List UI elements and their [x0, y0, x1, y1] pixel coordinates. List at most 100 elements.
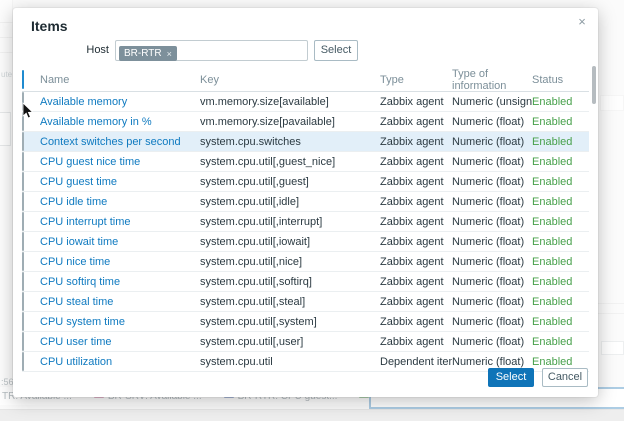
- item-name-link[interactable]: CPU iowait time: [40, 236, 200, 248]
- item-status: Enabled: [532, 296, 589, 308]
- table-row: Context switches per second system.cpu.s…: [22, 132, 589, 152]
- column-header-key: Key: [200, 74, 380, 86]
- item-info-type: Numeric (float): [452, 356, 532, 368]
- item-info-type: Numeric (float): [452, 256, 532, 268]
- item-checkbox[interactable]: [22, 152, 24, 171]
- item-status: Enabled: [532, 136, 589, 148]
- item-checkbox[interactable]: [22, 292, 24, 311]
- item-type: Zabbix agent: [380, 136, 452, 148]
- item-info-type: Numeric (float): [452, 196, 532, 208]
- item-checkbox[interactable]: [22, 332, 24, 351]
- item-key: system.cpu.util[,steal]: [200, 296, 380, 308]
- item-name-link[interactable]: Available memory: [40, 96, 200, 108]
- item-info-type: Numeric (float): [452, 176, 532, 188]
- item-type: Zabbix agent: [380, 236, 452, 248]
- item-status: Enabled: [532, 236, 589, 248]
- item-checkbox[interactable]: [22, 252, 24, 271]
- item-name-link[interactable]: CPU guest nice time: [40, 156, 200, 168]
- item-key: system.cpu.util[,idle]: [200, 196, 380, 208]
- item-type: Zabbix agent: [380, 156, 452, 168]
- item-type: Zabbix agent: [380, 256, 452, 268]
- item-key: system.cpu.util[,user]: [200, 336, 380, 348]
- table-row: CPU guest nice time system.cpu.util[,gue…: [22, 152, 589, 172]
- table-row: CPU nice time system.cpu.util[,nice] Zab…: [22, 252, 589, 272]
- item-type: Zabbix agent: [380, 296, 452, 308]
- item-name-link[interactable]: Context switches per second: [40, 136, 200, 148]
- item-type: Zabbix agent: [380, 96, 452, 108]
- host-field-row: Host BR-RTR × Select: [13, 40, 598, 62]
- item-info-type: Numeric (float): [452, 156, 532, 168]
- chip-remove-icon[interactable]: ×: [167, 49, 172, 59]
- item-status: Enabled: [532, 176, 589, 188]
- table-row: Available memory vm.memory.size[availabl…: [22, 92, 589, 112]
- table-row: CPU interrupt time system.cpu.util[,inte…: [22, 212, 589, 232]
- item-name-link[interactable]: Available memory in %: [40, 116, 200, 128]
- item-name-link[interactable]: CPU nice time: [40, 256, 200, 268]
- select-button[interactable]: Select: [488, 368, 534, 387]
- dialog-title: Items: [31, 18, 68, 34]
- item-checkbox[interactable]: [22, 352, 24, 371]
- item-checkbox[interactable]: [22, 92, 24, 111]
- table-row: CPU guest time system.cpu.util[,guest] Z…: [22, 172, 589, 192]
- column-header-status: Status: [532, 74, 589, 86]
- select-all-checkbox[interactable]: [22, 70, 24, 89]
- table-row: CPU system time system.cpu.util[,system]…: [22, 312, 589, 332]
- item-type: Dependent item: [380, 356, 452, 368]
- item-status: Enabled: [532, 356, 589, 368]
- item-status: Enabled: [532, 256, 589, 268]
- item-status: Enabled: [532, 336, 589, 348]
- item-name-link[interactable]: CPU utilization: [40, 356, 200, 368]
- items-table-header: Name Key Type Type of information Status: [22, 68, 589, 92]
- table-row: CPU iowait time system.cpu.util[,iowait]…: [22, 232, 589, 252]
- item-info-type: Numeric (float): [452, 276, 532, 288]
- scrollbar-thumb[interactable]: [592, 66, 596, 104]
- item-info-type: Numeric (float): [452, 216, 532, 228]
- host-input[interactable]: BR-RTR ×: [115, 40, 308, 61]
- item-checkbox[interactable]: [22, 132, 24, 151]
- item-status: Enabled: [532, 96, 589, 108]
- item-info-type: Numeric (unsigned): [452, 96, 532, 108]
- item-name-link[interactable]: CPU system time: [40, 316, 200, 328]
- cancel-button[interactable]: Cancel: [542, 368, 588, 387]
- item-key: system.cpu.util: [200, 356, 380, 368]
- item-checkbox[interactable]: [22, 112, 24, 131]
- host-chip-label: BR-RTR: [124, 48, 162, 59]
- item-type: Zabbix agent: [380, 116, 452, 128]
- item-info-type: Numeric (float): [452, 116, 532, 128]
- item-key: vm.memory.size[available]: [200, 96, 380, 108]
- item-name-link[interactable]: CPU user time: [40, 336, 200, 348]
- item-checkbox[interactable]: [22, 212, 24, 231]
- item-status: Enabled: [532, 156, 589, 168]
- item-type: Zabbix agent: [380, 216, 452, 228]
- item-name-link[interactable]: CPU steal time: [40, 296, 200, 308]
- item-checkbox[interactable]: [22, 232, 24, 251]
- item-type: Zabbix agent: [380, 276, 452, 288]
- item-checkbox[interactable]: [22, 192, 24, 211]
- host-select-button[interactable]: Select: [314, 40, 358, 61]
- item-name-link[interactable]: CPU interrupt time: [40, 216, 200, 228]
- host-chip: BR-RTR ×: [119, 46, 177, 61]
- item-checkbox[interactable]: [22, 312, 24, 331]
- close-icon[interactable]: ×: [574, 14, 590, 30]
- column-header-info: Type of information: [452, 68, 532, 92]
- item-name-link[interactable]: CPU idle time: [40, 196, 200, 208]
- dialog-footer: Select Cancel: [488, 368, 588, 387]
- item-checkbox[interactable]: [22, 172, 24, 191]
- item-key: vm.memory.size[pavailable]: [200, 116, 380, 128]
- item-key: system.cpu.util[,guest_nice]: [200, 156, 380, 168]
- item-name-link[interactable]: CPU guest time: [40, 176, 200, 188]
- items-dialog: Items × Host BR-RTR × Select Name Key Ty…: [13, 8, 598, 397]
- item-status: Enabled: [532, 276, 589, 288]
- item-checkbox[interactable]: [22, 272, 24, 291]
- column-header-name: Name: [40, 74, 200, 86]
- item-info-type: Numeric (float): [452, 296, 532, 308]
- table-row: CPU steal time system.cpu.util[,steal] Z…: [22, 292, 589, 312]
- item-key: system.cpu.util[,softirq]: [200, 276, 380, 288]
- item-name-link[interactable]: CPU softirq time: [40, 276, 200, 288]
- column-header-type: Type: [380, 74, 452, 86]
- item-info-type: Numeric (float): [452, 336, 532, 348]
- item-status: Enabled: [532, 216, 589, 228]
- item-type: Zabbix agent: [380, 176, 452, 188]
- table-row: CPU user time system.cpu.util[,user] Zab…: [22, 332, 589, 352]
- item-info-type: Numeric (float): [452, 316, 532, 328]
